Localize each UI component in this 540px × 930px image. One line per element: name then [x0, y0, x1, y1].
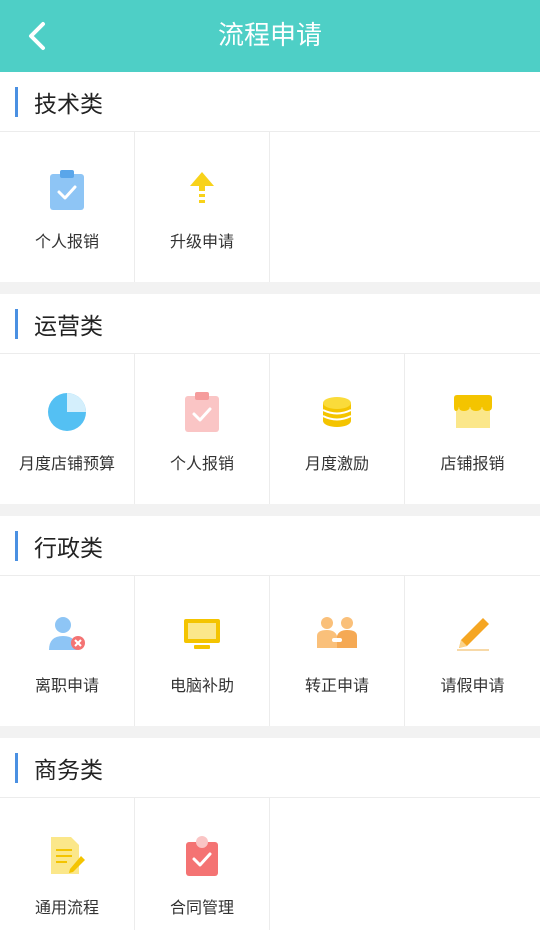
contract-check-icon [180, 834, 224, 878]
tile-label: 通用流程 [34, 898, 99, 917]
monitor-icon [180, 612, 224, 656]
section-header: 行政类 [0, 516, 540, 576]
tile-monthly-store-budget[interactable]: 月度店铺预算 [0, 354, 135, 504]
clipboard-check-icon [45, 168, 89, 212]
tile-upgrade-request[interactable]: 升级申请 [135, 132, 270, 282]
section-title: 技术类 [34, 91, 103, 118]
coin-stack-icon [315, 390, 359, 434]
tile-leave-request[interactable]: 请假申请 [405, 576, 540, 726]
tile-label: 请假申请 [440, 676, 505, 695]
tile-grid: 通用流程 合同管理 [0, 798, 540, 930]
document-edit-icon [45, 834, 89, 878]
tile-grid: 个人报销 升级申请 [0, 132, 540, 282]
section-tech: 技术类 个人报销 升级申请 [0, 72, 540, 282]
section-accent-bar [15, 752, 18, 783]
tile-label: 离职申请 [34, 676, 99, 695]
tile-general-process[interactable]: 通用流程 [0, 798, 135, 930]
tile-label: 个人报销 [34, 232, 99, 251]
tile-label: 合同管理 [169, 898, 234, 917]
tile-resignation-request[interactable]: 离职申请 [0, 576, 135, 726]
pie-chart-icon [45, 390, 89, 434]
tile-label: 转正申请 [304, 676, 369, 695]
section-admin: 行政类 离职申请 电脑补助 转正申请 请假申请 [0, 516, 540, 726]
tile-contract-management[interactable]: 合同管理 [135, 798, 270, 930]
section-title: 行政类 [34, 535, 103, 562]
handshake-people-icon [315, 612, 359, 656]
section-title: 运营类 [34, 313, 103, 340]
tile-label: 个人报销 [169, 454, 234, 473]
section-operations: 运营类 月度店铺预算 个人报销 月度激励 店铺报销 [0, 294, 540, 504]
section-accent-bar [15, 86, 18, 117]
app-header: 流程申请 [0, 0, 540, 72]
page-title: 流程申请 [217, 21, 322, 51]
section-header: 技术类 [0, 72, 540, 132]
tile-monthly-incentive[interactable]: 月度激励 [270, 354, 405, 504]
tile-label: 月度激励 [304, 454, 369, 473]
tile-store-reimburse[interactable]: 店铺报销 [405, 354, 540, 504]
section-title: 商务类 [34, 757, 103, 784]
tile-regularization-request[interactable]: 转正申请 [270, 576, 405, 726]
tile-grid: 离职申请 电脑补助 转正申请 请假申请 [0, 576, 540, 726]
clipboard-check-icon [180, 390, 224, 434]
user-remove-icon [45, 612, 89, 656]
section-business: 商务类 通用流程 合同管理 [0, 738, 540, 930]
section-accent-bar [15, 530, 18, 561]
tile-personal-reimburse[interactable]: 个人报销 [0, 132, 135, 282]
tile-grid: 月度店铺预算 个人报销 月度激励 店铺报销 [0, 354, 540, 504]
tile-computer-subsidy[interactable]: 电脑补助 [135, 576, 270, 726]
storefront-icon [451, 390, 495, 434]
tile-label: 月度店铺预算 [18, 454, 115, 473]
section-header: 商务类 [0, 738, 540, 798]
section-accent-bar [15, 308, 18, 339]
tile-label: 店铺报销 [440, 454, 505, 473]
tile-label: 升级申请 [169, 232, 234, 251]
section-header: 运营类 [0, 294, 540, 354]
pencil-icon [451, 612, 495, 656]
tile-label: 电脑补助 [169, 676, 234, 695]
tile-personal-reimburse[interactable]: 个人报销 [135, 354, 270, 504]
arrow-up-icon [180, 168, 224, 212]
